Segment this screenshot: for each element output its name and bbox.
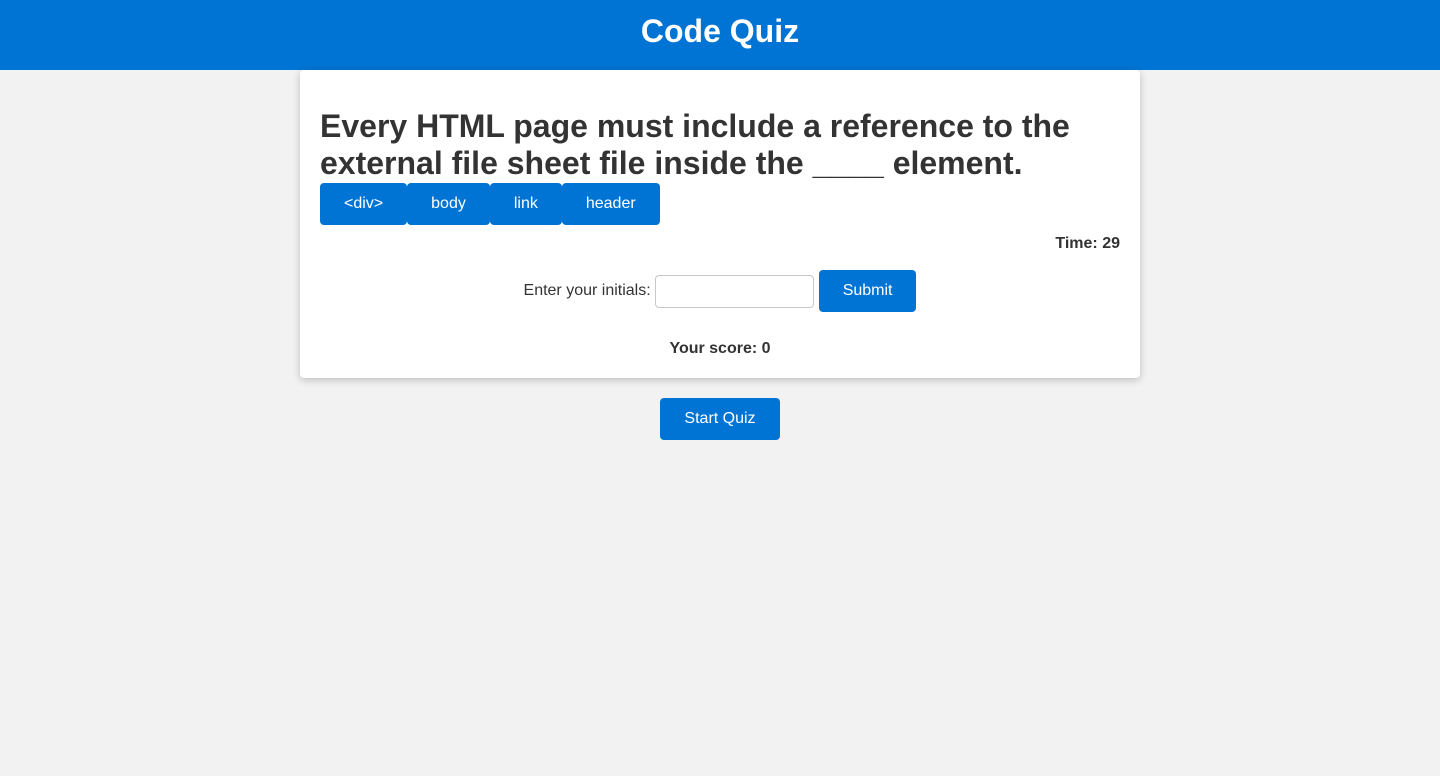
timer: Time: 29 (1055, 235, 1120, 252)
score-display: Your score: 0 (669, 340, 771, 357)
app-title: Code Quiz (640, 13, 800, 49)
initials-form: Enter your initials: Submit (320, 270, 1120, 312)
choice-button-body[interactable]: body (407, 183, 490, 225)
choice-button-header[interactable]: header (561, 183, 660, 225)
app-header: Code Quiz (0, 0, 1440, 70)
initials-label: Enter your initials: (523, 282, 651, 299)
choice-button-div[interactable]: <div> (320, 183, 408, 225)
start-quiz-button[interactable]: Start Quiz (660, 398, 780, 440)
answer-choices: <div> body link header (320, 183, 1120, 225)
choice-button-link[interactable]: link (489, 183, 562, 225)
quiz-card: Every HTML page must include a reference… (300, 70, 1140, 378)
start-area: Start Quiz (0, 398, 1440, 440)
initials-input[interactable] (654, 274, 814, 308)
submit-button[interactable]: Submit (818, 270, 917, 312)
question-text: Every HTML page must include a reference… (320, 108, 1070, 181)
